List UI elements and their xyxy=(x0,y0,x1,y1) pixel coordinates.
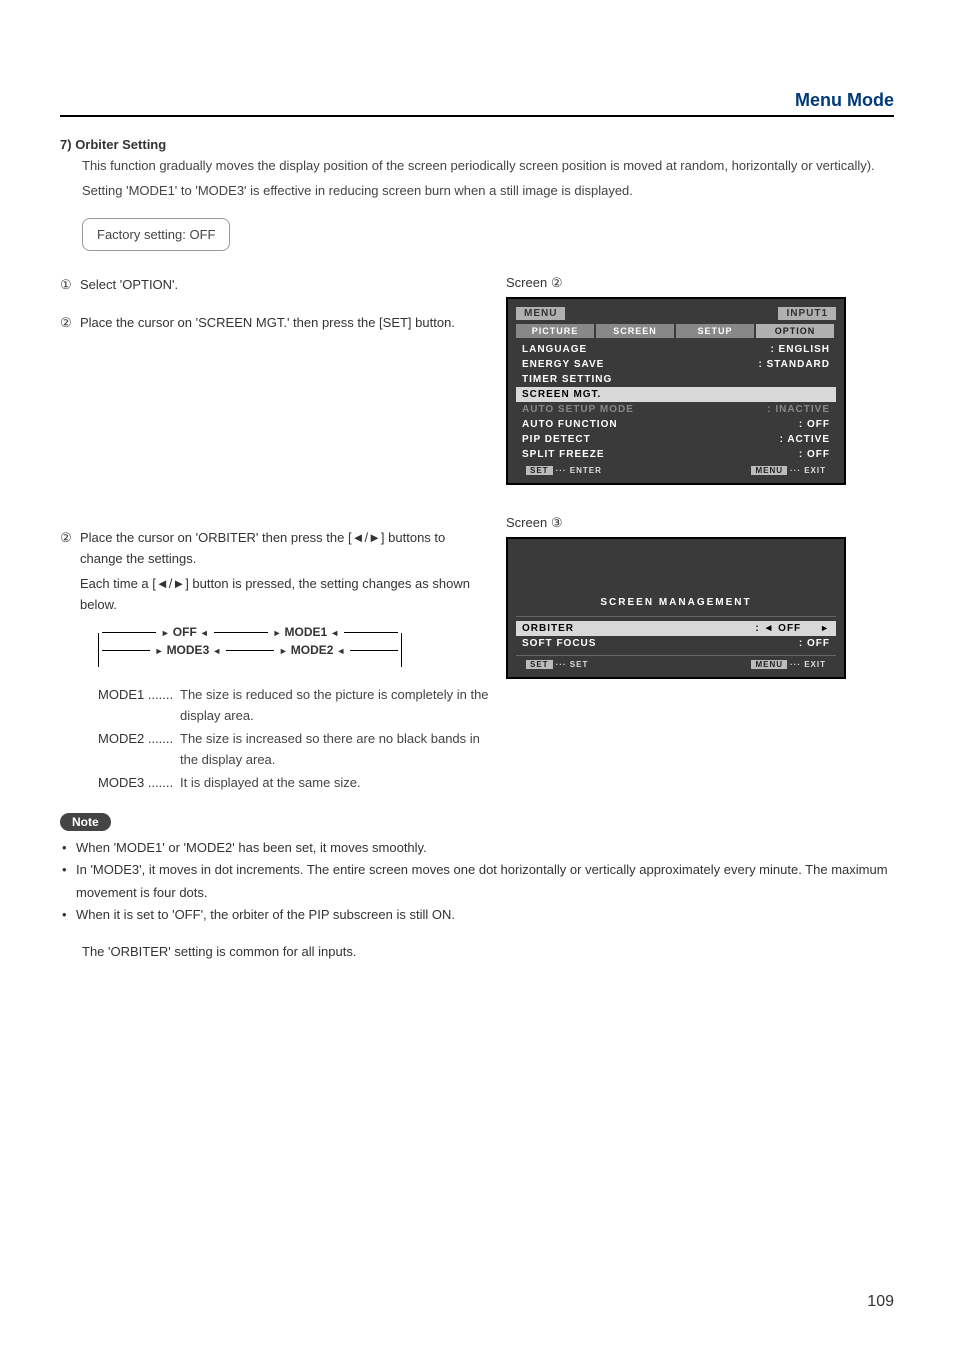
header-title: Menu Mode xyxy=(795,90,894,110)
page-number: 109 xyxy=(867,1293,894,1311)
osd-row-screen-mgt[interactable]: SCREEN MGT. xyxy=(516,387,836,402)
step-1: ① Select 'OPTION'. xyxy=(60,275,490,296)
osd-row-orbiter[interactable]: ORBITER : ◄ OFF xyxy=(516,621,836,636)
osd-input-tag: INPUT1 xyxy=(778,307,836,320)
cycle-diagram: OFF MODE1 MODE3 MODE2 xyxy=(100,625,400,675)
osd-row-auto-function[interactable]: AUTO FUNCTION : OFF xyxy=(516,417,836,432)
closing-text: The 'ORBITER' setting is common for all … xyxy=(82,944,894,959)
osd-screen-2: MENU INPUT1 PICTURE SCREEN SETUP OPTION … xyxy=(506,297,846,485)
osd-footer-2: SET··· ENTER MENU··· EXIT xyxy=(516,466,836,475)
osd-3-title: SCREEN MANAGEMENT xyxy=(516,597,836,608)
osd-screen-3: SCREEN MANAGEMENT ORBITER : ◄ OFF SOFT F… xyxy=(506,537,846,679)
osd-tab-picture[interactable]: PICTURE xyxy=(516,324,594,338)
note-label: Note xyxy=(60,813,111,831)
right-column: Screen ② MENU INPUT1 PICTURE SCREEN SETU… xyxy=(506,275,846,796)
osd-tabs: PICTURE SCREEN SETUP OPTION xyxy=(516,324,836,338)
osd-tab-screen[interactable]: SCREEN xyxy=(596,324,674,338)
factory-setting-box: Factory setting: OFF xyxy=(82,218,230,251)
step-2: ② Place the cursor on 'SCREEN MGT.' then… xyxy=(60,313,490,334)
mode-descriptions: MODE1 ....... The size is reduced so the… xyxy=(98,685,490,793)
osd-menu-tag: MENU xyxy=(516,307,565,320)
left-column: ① Select 'OPTION'. ② Place the cursor on… xyxy=(60,275,506,796)
intro-paragraph-1: This function gradually moves the displa… xyxy=(82,156,894,177)
section-heading: 7) Orbiter Setting xyxy=(60,137,894,152)
right-arrow-icon xyxy=(820,623,830,634)
page-header: Menu Mode xyxy=(60,90,894,117)
osd-row-split-freeze[interactable]: SPLIT FREEZE : OFF xyxy=(516,447,836,462)
osd-footer-3: SET··· SET MENU··· EXIT xyxy=(516,660,836,669)
intro-paragraph-2: Setting 'MODE1' to 'MODE3' is effective … xyxy=(82,181,894,202)
osd-tab-setup[interactable]: SETUP xyxy=(676,324,754,338)
osd-tab-option[interactable]: OPTION xyxy=(756,324,834,338)
osd-row-language[interactable]: LANGUAGE : ENGLISH xyxy=(516,342,836,357)
screen-2-label: Screen ② xyxy=(506,275,846,291)
screen-3-label: Screen ③ xyxy=(506,515,846,531)
osd-row-energy-save[interactable]: ENERGY SAVE : STANDARD xyxy=(516,357,836,372)
note-bullets: •When 'MODE1' or 'MODE2' has been set, i… xyxy=(62,837,894,925)
osd-row-pip-detect[interactable]: PIP DETECT : ACTIVE xyxy=(516,432,836,447)
osd-row-timer[interactable]: TIMER SETTING xyxy=(516,372,836,387)
osd-row-soft-focus[interactable]: SOFT FOCUS : OFF xyxy=(516,636,836,651)
step-3: ② Place the cursor on 'ORBITER' then pre… xyxy=(60,528,490,570)
osd-row-auto-setup: AUTO SETUP MODE : INACTIVE xyxy=(516,402,836,417)
step-3-sub: Each time a [◄/►] button is pressed, the… xyxy=(80,574,490,616)
